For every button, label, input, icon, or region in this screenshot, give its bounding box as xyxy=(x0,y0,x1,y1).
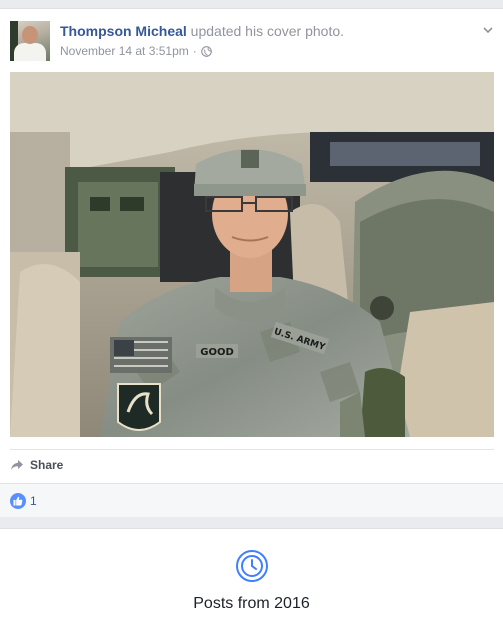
name-tape-text: GOOD xyxy=(200,347,234,358)
cover-photo[interactable]: GOOD U.S. ARMY xyxy=(10,72,494,437)
avatar-body xyxy=(14,43,46,61)
avatar[interactable] xyxy=(10,21,50,61)
like-count[interactable]: 1 xyxy=(30,494,37,508)
meta-separator: · xyxy=(192,44,197,58)
share-button[interactable]: Share xyxy=(10,458,63,472)
post-header: Thompson Micheal updated his cover photo… xyxy=(60,23,344,39)
post-actions-bar: Share xyxy=(10,449,494,480)
post-meta: November 14 at 3:51pm · xyxy=(60,44,212,58)
share-arrow-icon xyxy=(11,460,23,470)
year-section-title: Posts from 2016 xyxy=(193,595,310,612)
author-name-link[interactable]: Thompson Micheal xyxy=(60,23,187,39)
reactions-bar: 1 xyxy=(0,483,503,517)
avatar-head xyxy=(22,26,38,44)
chevron-down-icon[interactable] xyxy=(481,23,495,37)
year-section: Posts from 2016 xyxy=(0,528,503,624)
like-thumb-icon[interactable] xyxy=(10,492,26,509)
post-action-text: updated his cover photo. xyxy=(186,23,345,39)
share-label: Share xyxy=(30,458,64,472)
post-timestamp[interactable]: November 14 at 3:51pm xyxy=(60,44,189,58)
globe-icon[interactable] xyxy=(200,45,212,57)
clock-icon xyxy=(235,549,269,583)
post-card: Thompson Micheal updated his cover photo… xyxy=(0,8,503,517)
